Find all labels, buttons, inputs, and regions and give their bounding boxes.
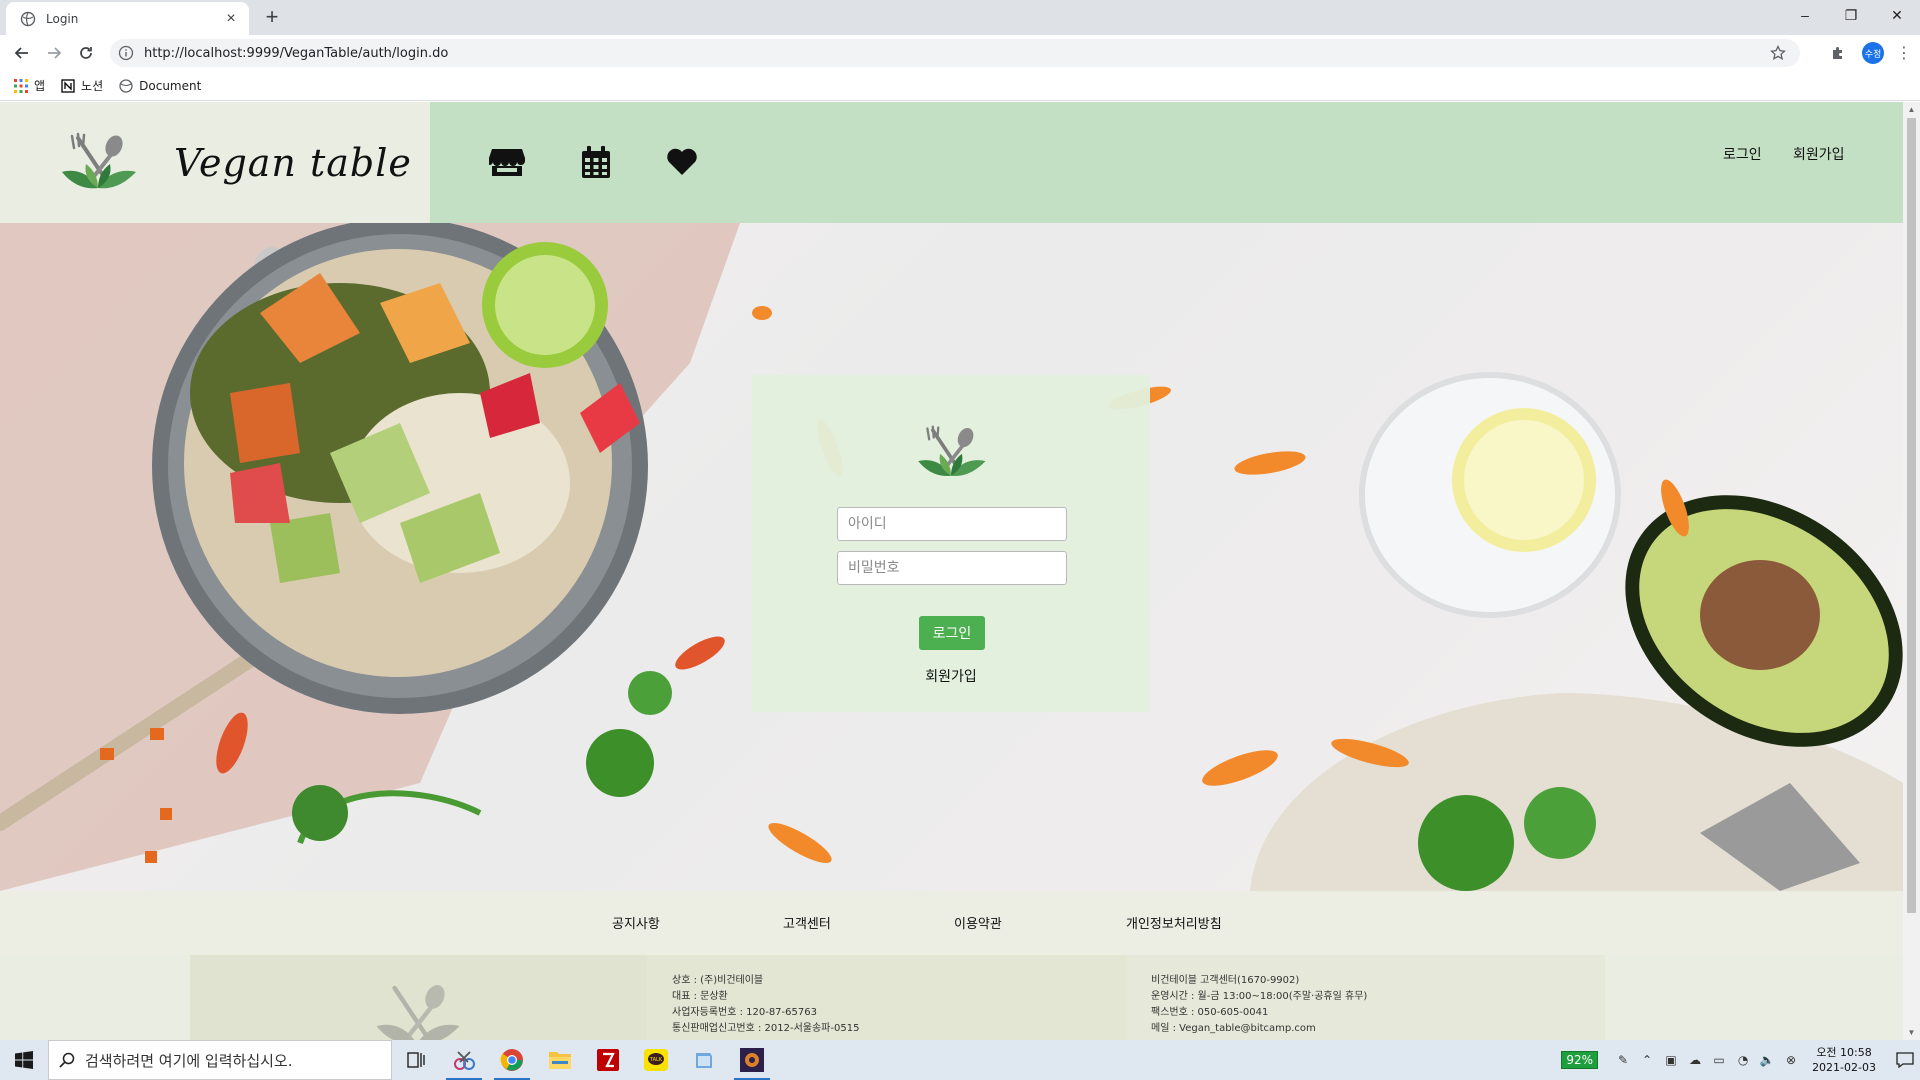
chrome-icon[interactable] — [488, 1040, 536, 1080]
filezilla-icon[interactable] — [584, 1040, 632, 1080]
battery-icon[interactable]: ▭ — [1708, 1049, 1730, 1071]
new-tab-button[interactable]: + — [260, 6, 284, 30]
svg-text:TALK: TALK — [649, 1057, 663, 1063]
profile-avatar[interactable]: 수정 — [1862, 42, 1884, 64]
notion-icon — [61, 78, 75, 93]
web-page: Vegan table 로그인 회원가입 아이디 로그인 회원가입 공지사항 고… — [0, 102, 1903, 1040]
site-header: Vegan table 로그인 회원가입 — [0, 102, 1903, 223]
bookmark-document[interactable]: Document — [119, 79, 201, 93]
snipping-tool-icon[interactable] — [440, 1040, 488, 1080]
footer-info: 상호 : (주)비건테이블 대표 : 문상환 사업자등록번호 : 120-87-… — [0, 955, 1903, 1040]
support-center: 비건테이블 고객센터(1670-9902) — [1151, 975, 1300, 986]
kakaotalk-icon[interactable]: TALK — [632, 1040, 680, 1080]
bookmark-label: 노션 — [81, 79, 104, 93]
task-view-icon[interactable] — [392, 1040, 440, 1080]
minimize-icon[interactable]: – — [1782, 0, 1828, 30]
nav-signup-link[interactable]: 회원가입 — [1793, 144, 1845, 164]
close-window-icon[interactable]: ✕ — [1874, 0, 1920, 30]
back-icon[interactable] — [10, 41, 34, 65]
username-input[interactable] — [837, 507, 1067, 541]
main-nav: 로그인 회원가입 — [430, 102, 1903, 223]
bookmark-label: 앱 — [34, 79, 46, 93]
footer-logo-area — [190, 955, 647, 1040]
notification-center-icon[interactable] — [1890, 1040, 1920, 1080]
footer-company-info: 상호 : (주)비건테이블 대표 : 문상환 사업자등록번호 : 120-87-… — [647, 955, 1126, 1040]
fax-number: 팩스번호 : 050-605-0041 — [1151, 1007, 1269, 1018]
globe-icon — [119, 78, 133, 93]
windows-start-icon[interactable] — [0, 1040, 48, 1080]
scroll-thumb[interactable] — [1907, 118, 1916, 913]
browser-toolbar: http://localhost:9999/VeganTable/auth/lo… — [0, 35, 1920, 71]
address-bar[interactable]: http://localhost:9999/VeganTable/auth/lo… — [110, 39, 1800, 67]
login-card: 로그인 회원가입 — [752, 375, 1150, 712]
vegan-table-logo-icon — [62, 132, 136, 188]
business-number: 사업자등록번호 : 120-87-65763 — [672, 1007, 817, 1018]
footer-support-info: 비건테이블 고객센터(1670-9902) 운영시간 : 월-금 13:00~1… — [1126, 955, 1605, 1040]
url-text: http://localhost:9999/VeganTable/auth/lo… — [144, 45, 449, 61]
apps-grid-icon — [14, 78, 28, 93]
taskbar-search-placeholder: 검색하려면 여기에 입력하십시오. — [85, 1051, 293, 1070]
page-scrollbar[interactable]: ▲ ▼ — [1903, 102, 1920, 1040]
meet-now-icon[interactable]: ▣ — [1660, 1049, 1682, 1071]
support-email: 메일 : Vegan_table@bitcamp.com — [1151, 1023, 1316, 1034]
scroll-up-icon[interactable]: ▲ — [1907, 105, 1916, 114]
browser-menu-icon[interactable]: ⋮ — [1896, 41, 1912, 65]
battery-percentage[interactable]: 92% — [1561, 1051, 1599, 1069]
company-name: 상호 : (주)비건테이블 — [672, 975, 764, 986]
clock-time: 오전 10:58 — [1816, 1046, 1872, 1059]
sticky-notes-icon[interactable] — [680, 1040, 728, 1080]
scroll-down-icon[interactable]: ▼ — [1907, 1028, 1916, 1037]
browser-tab-login[interactable]: Login × — [6, 2, 249, 35]
search-icon — [59, 1052, 75, 1068]
hero-background: 로그인 회원가입 — [0, 223, 1903, 891]
bookmark-apps[interactable]: 앱 — [14, 77, 45, 94]
mail-order-number: 통신판매업신고번호 : 2012-서울송파-0515 — [672, 1023, 860, 1034]
forward-icon[interactable] — [42, 41, 66, 65]
browser-tabstrip: Login × + – ❐ ✕ — [0, 0, 1920, 35]
nav-login-link[interactable]: 로그인 — [1723, 144, 1762, 164]
globe-icon — [20, 11, 36, 26]
wifi-icon[interactable]: ◔ — [1732, 1049, 1754, 1071]
info-icon[interactable] — [118, 45, 134, 61]
footer-link-support[interactable]: 고객센터 — [783, 913, 831, 932]
footer-link-privacy[interactable]: 개인정보처리방침 — [1126, 913, 1222, 932]
network-disconnected-icon[interactable]: ⊗ — [1780, 1049, 1802, 1071]
extensions-icon[interactable] — [1826, 41, 1850, 65]
bookmark-label: Document — [139, 78, 202, 93]
bookmark-notion[interactable]: 노션 — [61, 77, 103, 94]
file-explorer-icon[interactable] — [536, 1040, 584, 1080]
tab-title: Login — [46, 11, 79, 26]
java-app-icon[interactable] — [728, 1040, 776, 1080]
footer-nav: 공지사항 고객센터 이용약관 개인정보처리방침 — [0, 891, 1903, 955]
support-hours: 운영시간 : 월-금 13:00~18:00(주말·공휴일 휴무) — [1151, 991, 1368, 1002]
close-tab-icon[interactable]: × — [223, 10, 239, 27]
vegan-table-logo-icon — [918, 425, 986, 477]
bookmark-star-icon[interactable] — [1770, 45, 1786, 61]
window-controls: – ❐ ✕ — [1782, 0, 1920, 30]
footer-link-terms[interactable]: 이용약관 — [954, 913, 1002, 932]
heart-icon[interactable] — [662, 142, 702, 182]
bookmarks-bar: 앱 노션 Document — [0, 71, 1920, 101]
signup-link[interactable]: 회원가입 — [752, 666, 1150, 686]
taskbar-clock[interactable]: 오전 10:58 2021-02-03 — [1812, 1045, 1876, 1075]
restore-icon[interactable]: ❐ — [1828, 0, 1874, 30]
chevron-up-icon[interactable]: ⌃ — [1636, 1049, 1658, 1071]
footer-link-notice[interactable]: 공지사항 — [612, 913, 660, 932]
system-tray: 92% ✎ ⌃ ▣ ☁ ▭ ◔ 🔈 ⊗ 오전 10:58 2021-02-03 — [1561, 1040, 1920, 1080]
volume-icon[interactable]: 🔈 — [1756, 1049, 1778, 1071]
pen-icon[interactable]: ✎ — [1612, 1049, 1634, 1071]
taskbar-search-box[interactable]: 검색하려면 여기에 입력하십시오. — [48, 1040, 392, 1080]
store-icon[interactable] — [487, 142, 527, 182]
company-ceo: 대표 : 문상환 — [672, 991, 728, 1002]
brand-area[interactable]: Vegan table — [0, 102, 430, 223]
taskbar: 검색하려면 여기에 입력하십시오. TALK 92% ✎ ⌃ ▣ ☁ ▭ ◔ 🔈… — [0, 1040, 1920, 1080]
brand-name: Vegan table — [174, 140, 412, 185]
onedrive-icon[interactable]: ☁ — [1684, 1049, 1706, 1071]
vegan-table-logo-icon — [376, 985, 460, 1040]
calendar-icon[interactable] — [576, 142, 616, 182]
password-input[interactable] — [837, 551, 1067, 585]
clock-date: 2021-02-03 — [1812, 1061, 1876, 1074]
login-submit-button[interactable]: 로그인 — [919, 616, 985, 650]
reload-icon[interactable] — [74, 41, 98, 65]
